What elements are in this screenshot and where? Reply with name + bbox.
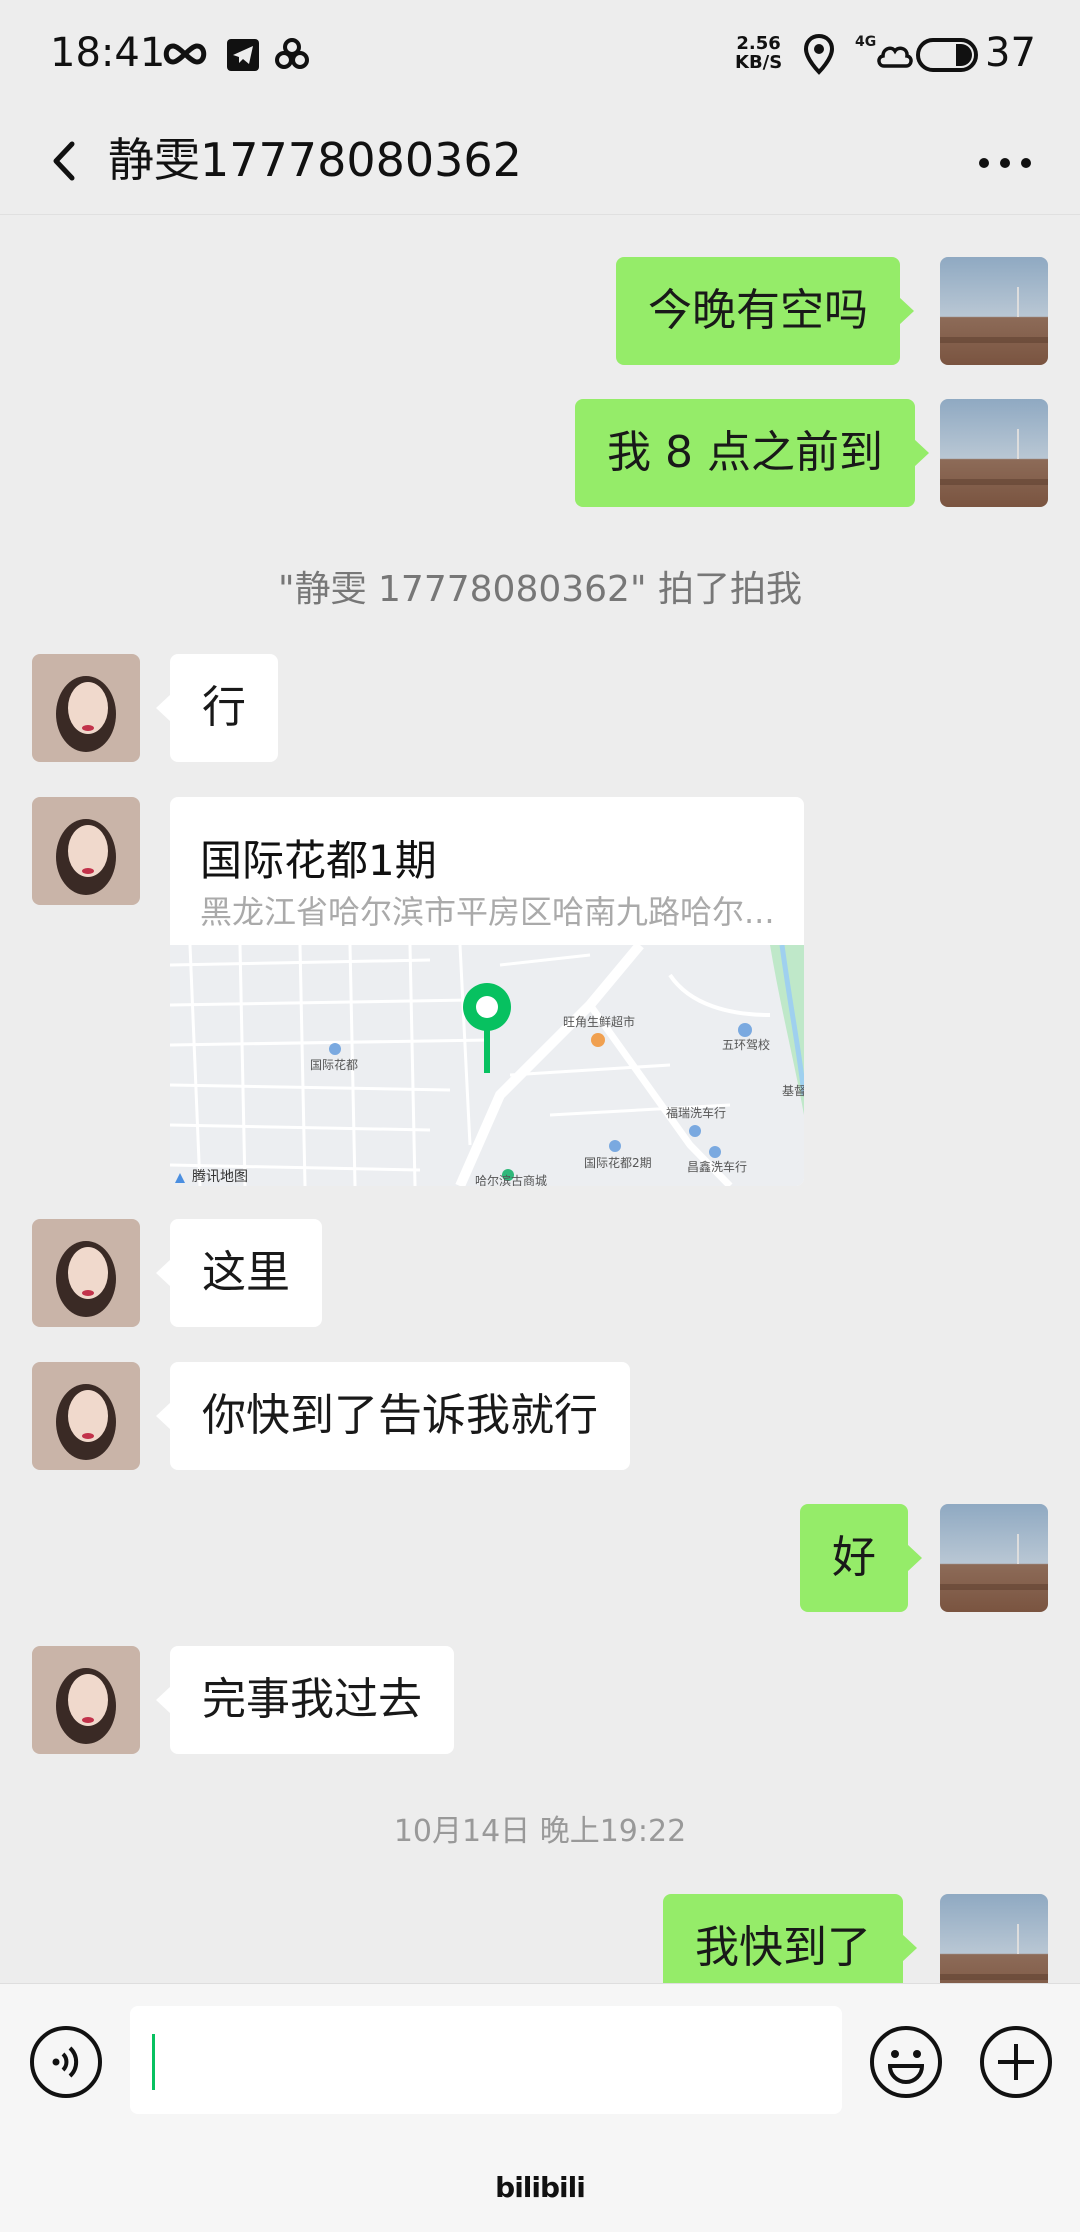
map-label: 基督 xyxy=(782,1083,804,1098)
map-label: 五环驾校 xyxy=(722,1037,770,1052)
chevron-left-icon[interactable] xyxy=(30,126,100,196)
map-label: 旺角生鲜超市 xyxy=(563,1014,635,1029)
chat-title: 静雯17778080362 xyxy=(108,133,522,187)
message-bubble-incoming[interactable]: 行 xyxy=(156,654,278,762)
bottom-bar: bilibili xyxy=(0,2123,1080,2232)
message-bubble-outgoing[interactable]: 我 8 点之前到 xyxy=(575,399,929,507)
infinity-icon xyxy=(163,43,207,65)
contact-avatar[interactable] xyxy=(32,1362,140,1470)
map-label: 福瑞洗车行 xyxy=(666,1105,726,1120)
message-input[interactable] xyxy=(130,2006,842,2114)
chat-input-bar xyxy=(0,1983,1080,2123)
contact-avatar[interactable] xyxy=(32,1646,140,1754)
contact-avatar[interactable] xyxy=(32,654,140,762)
my-avatar[interactable] xyxy=(940,1504,1048,1612)
message-bubble-incoming[interactable]: 你快到了告诉我就行 xyxy=(156,1362,630,1470)
contact-avatar[interactable] xyxy=(32,1219,140,1327)
telegram-icon xyxy=(227,39,259,71)
map-label: 国际花都 xyxy=(310,1057,358,1072)
more-dots-icon[interactable] xyxy=(970,128,1040,198)
bilibili-watermark: bilibili xyxy=(495,2171,586,2204)
text-caret xyxy=(152,2034,155,2090)
chat-header: 静雯17778080362 xyxy=(0,110,1080,215)
location-title: 国际花都1期 xyxy=(200,836,437,885)
location-message-card[interactable]: 国际花都1期 黑龙江省哈尔滨市平房区哈南九路哈尔... 旺角生鲜超市 五环驾校 … xyxy=(170,797,804,1186)
plus-icon[interactable] xyxy=(978,2024,1054,2100)
status-time: 18:41 xyxy=(50,30,166,76)
pat-notice: "静雯 17778080362" 拍了拍我 xyxy=(278,569,802,610)
location-address: 黑龙江省哈尔滨市平房区哈南九路哈尔... xyxy=(200,893,775,931)
map-label: 国际花都2期 xyxy=(584,1155,652,1170)
message-bubble-incoming[interactable]: 这里 xyxy=(156,1219,322,1327)
my-avatar[interactable] xyxy=(940,399,1048,507)
message-bubble-outgoing[interactable]: 今晚有空吗 xyxy=(616,257,914,365)
contact-avatar[interactable] xyxy=(32,797,140,905)
weather-cloud-icon xyxy=(877,46,913,68)
emoji-icon[interactable] xyxy=(868,2024,944,2100)
map-brand: 腾讯地图 xyxy=(192,1168,248,1185)
map-label: 哈尔滨古商城 xyxy=(475,1173,547,1186)
location-map[interactable]: 旺角生鲜超市 五环驾校 国际花都 基督 福瑞洗车行 国际花都2期 昌鑫洗车行 哈… xyxy=(170,945,804,1186)
map-label: 昌鑫洗车行 xyxy=(687,1159,747,1174)
location-icon xyxy=(803,33,835,75)
message-bubble-outgoing[interactable]: 好 xyxy=(800,1504,922,1612)
voice-icon[interactable] xyxy=(28,2024,104,2100)
battery-level: 37 xyxy=(985,30,1036,76)
network-speed: 2.56 KB/S xyxy=(735,33,783,73)
message-bubble-incoming[interactable]: 完事我过去 xyxy=(156,1646,454,1754)
status-bar: 18:41 2.56 KB/S 4G 37 xyxy=(0,0,1080,110)
my-avatar[interactable] xyxy=(940,257,1048,365)
app-notification-icon xyxy=(275,38,309,69)
message-timestamp: 10月14日 晚上19:22 xyxy=(393,1814,687,1849)
battery-icon xyxy=(916,38,978,72)
